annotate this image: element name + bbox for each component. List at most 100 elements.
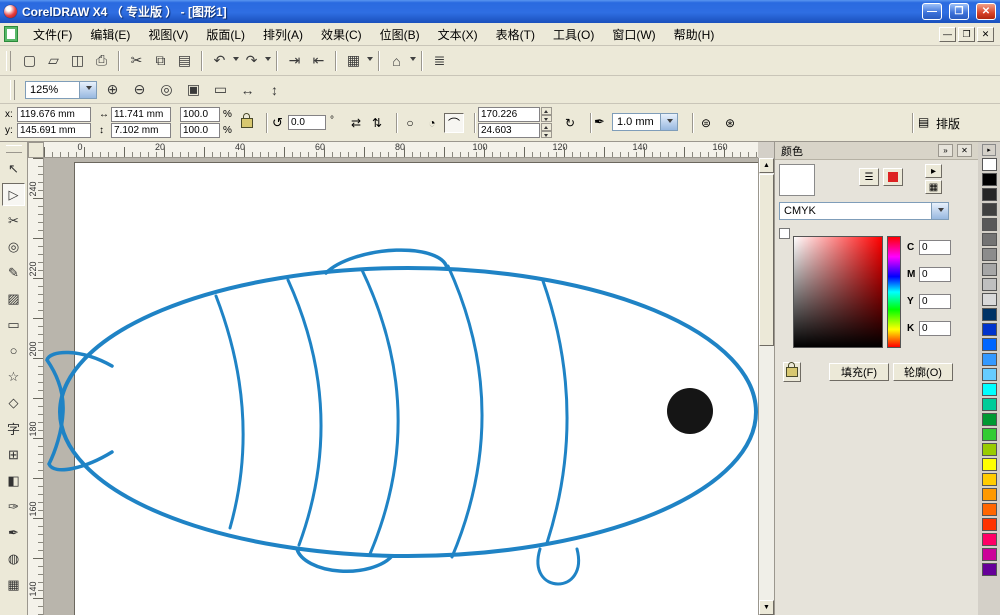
eyedropper-tool[interactable]: ✑ bbox=[2, 495, 25, 518]
zoom-selected-icon[interactable]: ◎ bbox=[155, 78, 178, 101]
arc-end-angle-field[interactable] bbox=[478, 123, 540, 138]
color-palette-icon[interactable]: ▦ bbox=[925, 180, 942, 194]
open-icon[interactable]: ▱ bbox=[42, 49, 65, 72]
menu-view[interactable]: 视图(V) bbox=[139, 23, 197, 46]
palette-swatch[interactable] bbox=[982, 488, 997, 501]
ellipse-tool[interactable]: ○ bbox=[2, 339, 25, 362]
print-icon[interactable]: ⎙ bbox=[90, 49, 113, 72]
menu-text[interactable]: 文本(X) bbox=[429, 23, 487, 46]
palette-swatch[interactable] bbox=[982, 338, 997, 351]
palette-swatch[interactable] bbox=[982, 518, 997, 531]
channel-m-field[interactable] bbox=[919, 267, 951, 282]
color-model-arrow-icon[interactable] bbox=[931, 203, 948, 219]
docker-flyout-icon[interactable]: ▸ bbox=[925, 164, 942, 178]
scrollbar-thumb[interactable] bbox=[759, 174, 774, 346]
save-icon[interactable]: ◫ bbox=[66, 49, 89, 72]
saturation-value-picker[interactable] bbox=[793, 236, 883, 348]
swap-direction-icon[interactable]: ↻ bbox=[560, 113, 580, 133]
palette-swatch[interactable] bbox=[982, 353, 997, 366]
zoom-all-icon[interactable]: ▣ bbox=[182, 78, 205, 101]
zoom-combo-arrow-icon[interactable] bbox=[79, 82, 96, 98]
basic-shapes-tool[interactable]: ◇ bbox=[2, 391, 25, 414]
palette-swatch[interactable] bbox=[982, 398, 997, 411]
guidelines-icon[interactable]: ≣ bbox=[428, 49, 451, 72]
scale-lock-button[interactable] bbox=[238, 108, 256, 138]
arc-start-spinner[interactable] bbox=[541, 107, 552, 122]
color-model-combo[interactable]: CMYK bbox=[779, 202, 949, 220]
menu-help[interactable]: 帮助(H) bbox=[665, 23, 724, 46]
fish-eye[interactable] bbox=[667, 388, 713, 434]
rotation-angle-field[interactable] bbox=[288, 115, 326, 130]
doc-minimize-button[interactable]: — bbox=[939, 27, 956, 42]
color-sliders-icon[interactable]: ☰ bbox=[859, 168, 879, 186]
zoom-out-icon[interactable]: ⊖ bbox=[128, 78, 151, 101]
menu-tools[interactable]: 工具(O) bbox=[544, 23, 603, 46]
fill-tool[interactable]: ◍ bbox=[2, 547, 25, 570]
app-launcher-icon[interactable]: ▦ bbox=[342, 49, 365, 72]
palette-swatch[interactable] bbox=[982, 368, 997, 381]
palette-swatch[interactable] bbox=[982, 218, 997, 231]
palette-swatch[interactable] bbox=[982, 548, 997, 561]
palette-swatch[interactable] bbox=[982, 233, 997, 246]
menu-bitmaps[interactable]: 位图(B) bbox=[371, 23, 429, 46]
minimize-button[interactable]: — bbox=[922, 3, 942, 20]
menu-edit[interactable]: 编辑(E) bbox=[81, 23, 139, 46]
palette-swatch[interactable] bbox=[982, 293, 997, 306]
doc-close-button[interactable]: ✕ bbox=[977, 27, 994, 42]
object-width-field[interactable] bbox=[111, 107, 171, 122]
palette-swatch[interactable] bbox=[982, 563, 997, 576]
freehand-tool[interactable]: ✎ bbox=[2, 261, 25, 284]
import-icon[interactable]: ⇥ bbox=[283, 49, 306, 72]
palette-swatch[interactable] bbox=[982, 503, 997, 516]
blend-tool[interactable]: ◧ bbox=[2, 469, 25, 492]
cut-icon[interactable]: ✂ bbox=[125, 49, 148, 72]
palette-swatch[interactable] bbox=[982, 473, 997, 486]
palette-swatch[interactable] bbox=[982, 443, 997, 456]
new-icon[interactable]: ▢ bbox=[18, 49, 41, 72]
menu-window[interactable]: 窗口(W) bbox=[603, 23, 664, 46]
doc-restore-button[interactable]: ❐ bbox=[958, 27, 975, 42]
vertical-scrollbar[interactable]: ▲ ▼ bbox=[758, 158, 774, 615]
hue-strip[interactable] bbox=[887, 236, 901, 348]
palette-scroll-icon[interactable]: ▸ bbox=[982, 144, 996, 156]
channel-k-field[interactable] bbox=[919, 321, 951, 336]
palette-swatch[interactable] bbox=[982, 263, 997, 276]
palette-swatch[interactable] bbox=[982, 383, 997, 396]
table-tool[interactable]: ⊞ bbox=[2, 443, 25, 466]
menu-table[interactable]: 表格(T) bbox=[487, 23, 544, 46]
app-launcher-dropdown-icon[interactable] bbox=[367, 57, 373, 64]
palette-swatch[interactable] bbox=[982, 278, 997, 291]
outline-button[interactable]: 轮廓(O) bbox=[893, 363, 953, 381]
x-position-field[interactable] bbox=[17, 107, 91, 122]
color-lock-button[interactable] bbox=[783, 362, 801, 382]
wrap-text-icon[interactable]: ⊜ bbox=[696, 113, 716, 133]
toolbar-grip[interactable] bbox=[6, 51, 11, 71]
vertical-ruler[interactable]: 240 220 200 180 160 140 bbox=[28, 158, 44, 615]
interactive-fill-tool[interactable]: ▦ bbox=[2, 573, 25, 596]
polygon-tool[interactable]: ☆ bbox=[2, 365, 25, 388]
arc-end-spinner[interactable] bbox=[541, 123, 552, 138]
palette-swatch[interactable] bbox=[982, 458, 997, 471]
redo-dropdown-icon[interactable] bbox=[265, 57, 271, 64]
toolbar-grip[interactable] bbox=[10, 80, 15, 100]
shape-tool[interactable]: ▷ bbox=[2, 183, 25, 206]
y-position-field[interactable] bbox=[17, 123, 91, 138]
zoom-tool[interactable]: ◎ bbox=[2, 235, 25, 258]
scale-x-field[interactable] bbox=[180, 107, 220, 122]
ellipse-mode-icon[interactable]: ○ bbox=[400, 113, 420, 133]
docker-close-icon[interactable]: ✕ bbox=[957, 144, 972, 157]
arc-start-angle-field[interactable] bbox=[478, 107, 540, 122]
docker-collapse-icon[interactable]: » bbox=[938, 144, 953, 157]
smart-fill-tool[interactable]: ▨ bbox=[2, 287, 25, 310]
arc-mode-icon[interactable]: ⌒ bbox=[444, 113, 464, 133]
zoom-width-icon[interactable]: ↔ bbox=[236, 78, 259, 101]
mirror-vertical-icon[interactable]: ⇅ bbox=[367, 113, 387, 133]
copy-icon[interactable]: ⧉ bbox=[149, 49, 172, 72]
ruler-origin-box[interactable] bbox=[28, 142, 44, 158]
paste-icon[interactable]: ▤ bbox=[173, 49, 196, 72]
color-viewer-icon[interactable] bbox=[883, 168, 903, 186]
export-icon[interactable]: ⇤ bbox=[307, 49, 330, 72]
palette-swatch[interactable] bbox=[982, 413, 997, 426]
menu-layout[interactable]: 版面(L) bbox=[197, 23, 254, 46]
menu-arrange[interactable]: 排列(A) bbox=[254, 23, 312, 46]
